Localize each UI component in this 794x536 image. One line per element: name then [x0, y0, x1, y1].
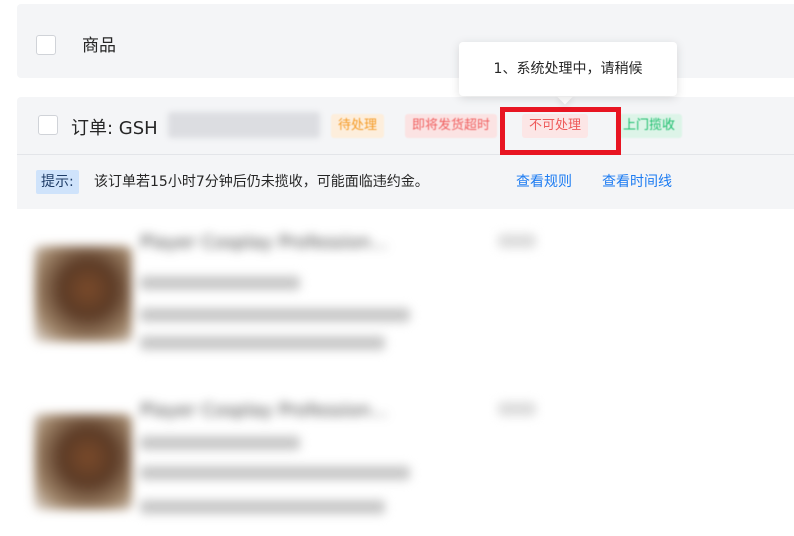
status-tag-pending: 待处理 — [331, 114, 385, 138]
view-rules-link[interactable]: 查看规则 — [516, 170, 572, 194]
select-all-checkbox[interactable] — [36, 35, 56, 55]
product-title[interactable]: Player Cosplay Profession... — [140, 232, 388, 253]
product-thumbnail[interactable] — [34, 246, 132, 342]
product-header-bar — [17, 4, 794, 78]
status-tag-timeout: 即将发货超时 — [405, 114, 498, 138]
product-code-line — [140, 500, 385, 514]
product-spec-line — [140, 308, 410, 322]
product-sku-line — [140, 436, 300, 450]
order-number: 订单: GSH — [71, 118, 158, 139]
product-sku-line — [140, 276, 300, 290]
notice-label: 提示: — [36, 170, 79, 194]
product-spec-line — [140, 466, 410, 480]
product-column-header: 商品 — [82, 36, 116, 56]
order-checkbox[interactable] — [38, 115, 58, 135]
order-divider — [17, 154, 794, 155]
status-tooltip: 1、系统处理中，请稍候 — [459, 42, 677, 96]
view-timeline-link[interactable]: 查看时间线 — [602, 170, 672, 194]
product-price — [498, 402, 536, 416]
product-item[interactable]: Player Cosplay Profession... — [0, 228, 560, 358]
product-title[interactable]: Player Cosplay Profession... — [140, 400, 388, 421]
status-tag-pickup: 上门揽收 — [616, 114, 683, 138]
product-price — [498, 234, 536, 248]
order-number-redacted — [168, 112, 320, 138]
highlight-annotation-box — [500, 107, 621, 155]
product-item[interactable]: Player Cosplay Profession... — [0, 396, 560, 526]
product-code-line — [140, 336, 385, 350]
notice-text: 该订单若15小时7分钟后仍未揽收，可能面临违约金。 — [94, 174, 429, 190]
product-thumbnail[interactable] — [34, 414, 132, 510]
